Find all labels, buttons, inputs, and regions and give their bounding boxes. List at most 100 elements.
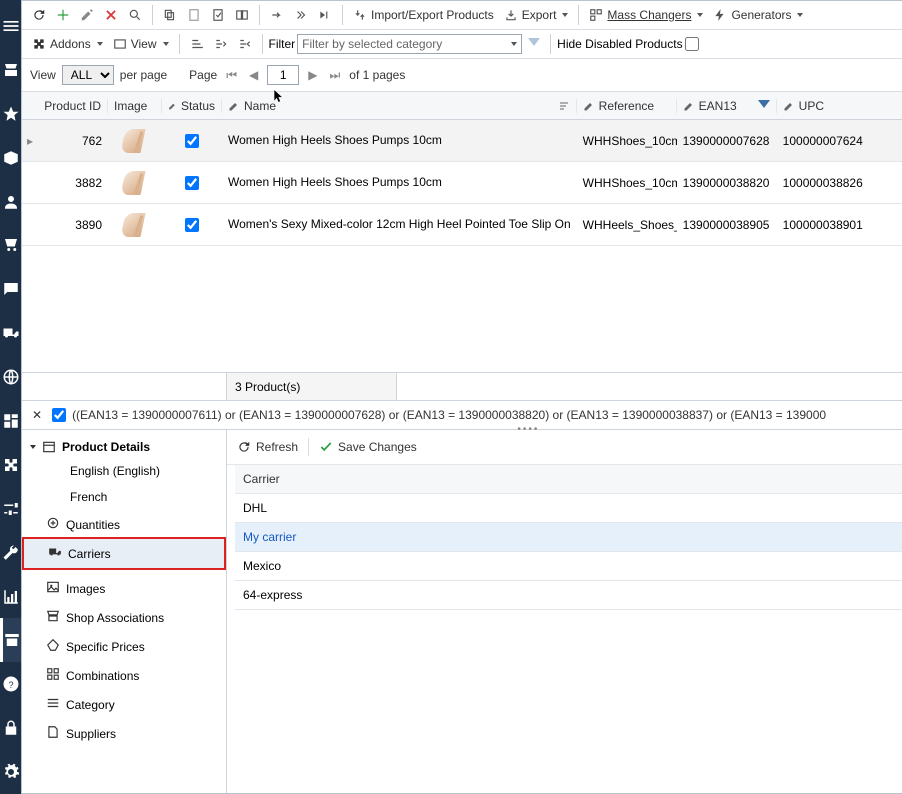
next-page-icon[interactable]: ▶ [305,68,320,82]
addons-button[interactable]: Addons [28,35,107,53]
carrier-row[interactable]: Mexico [235,552,902,581]
message-icon[interactable] [0,267,21,311]
copy-icon[interactable] [159,6,181,24]
filter-enabled-checkbox[interactable] [52,408,66,422]
filter-select[interactable]: Filter by selected category [297,34,522,54]
wrench-icon[interactable] [0,531,21,575]
per-page-label: per page [120,68,167,82]
cell-upc: 100000007624 [777,134,902,148]
tree-item-specific-prices[interactable]: Specific Prices [22,632,226,661]
col-ean13[interactable]: EAN13 [677,99,777,113]
refresh-label: Refresh [256,440,298,454]
tree-item-label: French [70,490,107,504]
tree-item-english-english-[interactable]: English (English) [22,458,226,484]
cell-status[interactable] [162,176,222,190]
gear-icon[interactable] [0,750,21,794]
go2-icon[interactable] [290,6,312,24]
hide-disabled-checkbox[interactable] [685,37,699,51]
carrier-name: My carrier [235,530,902,544]
sliders-icon[interactable] [0,487,21,531]
tree-item-icon [46,580,60,597]
truck-icon[interactable] [0,311,21,355]
carrier-row[interactable]: 64-express [235,581,902,610]
tree-item-shop-associations[interactable]: Shop Associations [22,603,226,632]
tree-root[interactable]: Product Details [22,436,226,458]
table-row[interactable]: ▸ 762 Women High Heels Shoes Pumps 10cm … [22,120,902,162]
dup-icon[interactable] [231,6,253,24]
cart-icon[interactable] [0,223,21,267]
tree-item-icon [46,667,60,684]
generators-button[interactable]: Generators [709,6,807,24]
table-row[interactable]: 3882 Women High Heels Shoes Pumps 10cm W… [22,162,902,204]
paste-icon[interactable] [183,6,205,24]
indent-icon[interactable] [210,35,232,53]
right-pane: Refresh Save Changes Carrier Assign DHLM… [227,430,902,793]
paste2-icon[interactable] [207,6,229,24]
lock-icon[interactable] [0,706,21,750]
sort-asc-icon[interactable] [186,35,208,53]
col-product-id[interactable]: Product ID [38,99,108,113]
right-toolbar: Refresh Save Changes [227,430,902,465]
export-button[interactable]: Export [500,6,573,24]
save-button[interactable]: Save Changes [319,440,417,454]
save-label: Save Changes [338,440,417,454]
carrier-row[interactable]: DHL [235,494,902,523]
first-page-icon[interactable]: ⏮ [223,68,240,83]
archive-icon[interactable] [0,618,21,662]
delete-icon[interactable] [100,6,122,24]
search-icon[interactable] [124,6,146,24]
col-name[interactable]: Name [222,99,577,113]
col-carrier[interactable]: Carrier [235,472,902,486]
go3-icon[interactable] [314,6,336,24]
table-row[interactable]: 3890 Women's Sexy Mixed-color 12cm High … [22,204,902,246]
go1-icon[interactable] [266,6,288,24]
tree-item-french[interactable]: French [22,484,226,510]
pagination-bar: View ALL per page Page ⏮ ◀ ▶ ⏭ of 1 page… [22,59,902,92]
tree-item-category[interactable]: Category [22,690,226,719]
tree-item-carriers[interactable]: Carriers [22,537,226,570]
clear-filter-icon[interactable] [524,36,544,52]
close-filter-icon[interactable]: ✕ [28,406,46,424]
carrier-row[interactable]: My carrier [235,523,902,552]
puzzle-icon[interactable] [0,443,21,487]
outdent-icon[interactable] [234,35,256,53]
globe-icon[interactable] [0,355,21,399]
col-image[interactable]: Image [108,99,162,113]
view-button[interactable]: View [109,35,173,53]
package-icon[interactable] [0,136,21,180]
prev-page-icon[interactable]: ◀ [246,68,261,82]
star-icon[interactable] [0,92,21,136]
cell-status[interactable] [162,218,222,232]
chart-icon[interactable] [0,575,21,619]
tree-item-label: Quantities [66,518,120,532]
dashboard-icon[interactable] [0,399,21,443]
help-icon[interactable]: ? [0,662,21,706]
tree-item-icon [48,545,62,562]
store-icon[interactable] [0,48,21,92]
edit-icon[interactable] [76,6,98,24]
refresh-icon[interactable] [28,6,50,24]
cell-status[interactable] [162,134,222,148]
row-expand-icon[interactable]: ▸ [22,134,38,148]
tree-item-combinations[interactable]: Combinations [22,661,226,690]
col-status[interactable]: Status [162,99,222,113]
import-export-button[interactable]: Import/Export Products [349,6,498,24]
last-page-icon[interactable]: ⏭ [326,68,343,83]
page-input[interactable] [267,65,299,85]
cell-upc: 100000038901 [777,218,902,232]
cell-name: Women High Heels Shoes Pumps 10cm [222,175,577,189]
refresh-button[interactable]: Refresh [237,440,298,454]
menu-icon[interactable] [0,4,21,48]
cell-image [108,125,162,157]
tree-item-suppliers[interactable]: Suppliers [22,719,226,748]
view-select[interactable]: ALL [62,65,114,85]
grid-footer: 3 Product(s) [22,372,902,400]
mass-changers-button[interactable]: Mass Changers [585,6,707,24]
col-reference[interactable]: Reference [577,99,677,113]
user-icon[interactable] [0,180,21,224]
col-upc[interactable]: UPC [777,99,902,113]
tree-item-images[interactable]: Images [22,574,226,603]
import-export-label: Import/Export Products [371,8,494,22]
tree-item-quantities[interactable]: Quantities [22,510,226,539]
add-icon[interactable] [52,6,74,24]
